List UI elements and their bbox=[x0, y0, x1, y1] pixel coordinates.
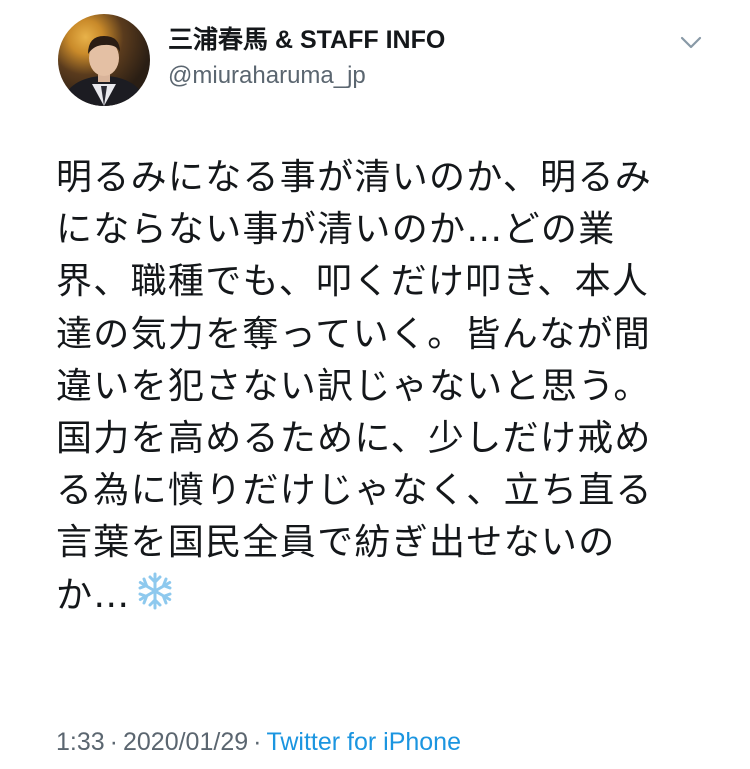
tweet-text-line: 違いを犯さない訳じゃないと思う。 bbox=[56, 365, 651, 407]
tweet-text: 明るみになる事が清いのか、明るみ にならない事が清いのか…どの業 界、職種でも、… bbox=[56, 152, 696, 622]
tweet-date[interactable]: 2020/01/29 bbox=[123, 728, 248, 756]
chevron-down-icon[interactable] bbox=[677, 28, 705, 56]
tweet-text-line: か… bbox=[56, 574, 131, 616]
tweet-text-line: 明るみになる事が清いのか、明るみ bbox=[56, 157, 653, 198]
tweet-meta: 1:33 · 2020/01/29 · Twitter for iPhone bbox=[56, 726, 461, 758]
meta-separator: · bbox=[109, 728, 118, 756]
tweet-text-line: 国力を高めるために、少しだけ戒め bbox=[56, 417, 652, 459]
tweet-text-last-line: か… bbox=[56, 570, 696, 622]
avatar[interactable] bbox=[58, 14, 150, 106]
tweet-text-line: る為に憤りだけじゃなく、立ち直る bbox=[56, 470, 653, 512]
meta-separator: · bbox=[253, 728, 262, 756]
snowflake-icon bbox=[135, 571, 175, 626]
display-name[interactable]: 三浦春馬 & STAFF INFO bbox=[168, 24, 445, 56]
tweet-text-line: 言葉を国民全員で紡ぎ出せないの bbox=[56, 522, 616, 564]
tweet-text-line: 達の気力を奪っていく。皆んなが間 bbox=[56, 313, 652, 355]
user-handle[interactable]: @miuraharuma_jp bbox=[168, 60, 445, 92]
tweet-text-line: 界、職種でも、叩くだけ叩き、本人 bbox=[56, 261, 650, 303]
tweet-time[interactable]: 1:33 bbox=[56, 728, 105, 756]
tweet-text-line: にならない事が清いのか…どの業 bbox=[56, 209, 616, 251]
tweet-source-link[interactable]: Twitter for iPhone bbox=[266, 728, 461, 756]
tweet-card: 三浦春馬 & STAFF INFO @miuraharuma_jp 明るみになる… bbox=[0, 0, 750, 769]
author-block: 三浦春馬 & STAFF INFO @miuraharuma_jp bbox=[168, 24, 445, 92]
